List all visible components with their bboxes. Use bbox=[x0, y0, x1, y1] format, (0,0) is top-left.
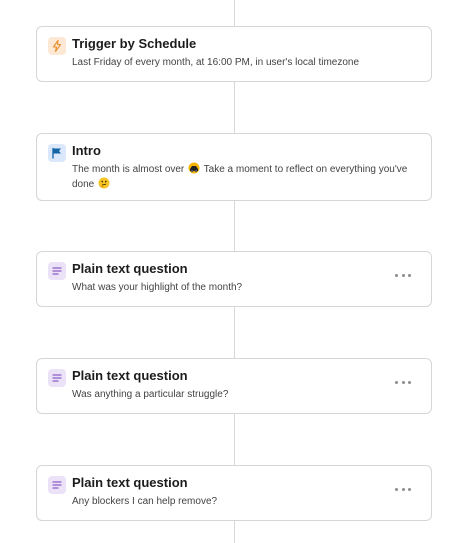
flag-icon bbox=[48, 144, 66, 162]
text-lines-icon bbox=[48, 369, 66, 387]
intro-step-title: Intro bbox=[72, 143, 101, 158]
trigger-step-description: Last Friday of every month, at 16:00 PM,… bbox=[72, 57, 360, 68]
question-step-title: Plain text question bbox=[72, 261, 188, 276]
intro-step-card[interactable]: Intro The month is almost over Take a mo… bbox=[36, 133, 432, 201]
lightning-icon bbox=[48, 37, 66, 55]
question-step-title: Plain text question bbox=[72, 368, 188, 383]
question-step-card[interactable]: Plain text question Any blockers I can h… bbox=[36, 465, 432, 521]
question-step-card[interactable]: Plain text question What was your highli… bbox=[36, 251, 432, 307]
more-options-icon[interactable] bbox=[395, 377, 411, 387]
question-step-title: Plain text question bbox=[72, 475, 188, 490]
text-lines-icon bbox=[48, 262, 66, 280]
intro-text-part-1: The month is almost over bbox=[72, 164, 185, 175]
question-step-description: Any blockers I can help remove? bbox=[72, 496, 218, 507]
thinking-face-emoji bbox=[98, 177, 110, 189]
trigger-step-card[interactable]: Trigger by Schedule Last Friday of every… bbox=[36, 26, 432, 82]
racing-car-emoji bbox=[188, 162, 200, 174]
question-step-description: Was anything a particular struggle? bbox=[72, 389, 229, 400]
more-options-icon[interactable] bbox=[395, 270, 411, 280]
more-options-icon[interactable] bbox=[395, 484, 411, 494]
intro-step-description: The month is almost over Take a moment t… bbox=[72, 162, 412, 192]
question-step-description: What was your highlight of the month? bbox=[72, 282, 243, 293]
trigger-step-title: Trigger by Schedule bbox=[72, 36, 197, 51]
question-step-card[interactable]: Plain text question Was anything a parti… bbox=[36, 358, 432, 414]
text-lines-icon bbox=[48, 476, 66, 494]
